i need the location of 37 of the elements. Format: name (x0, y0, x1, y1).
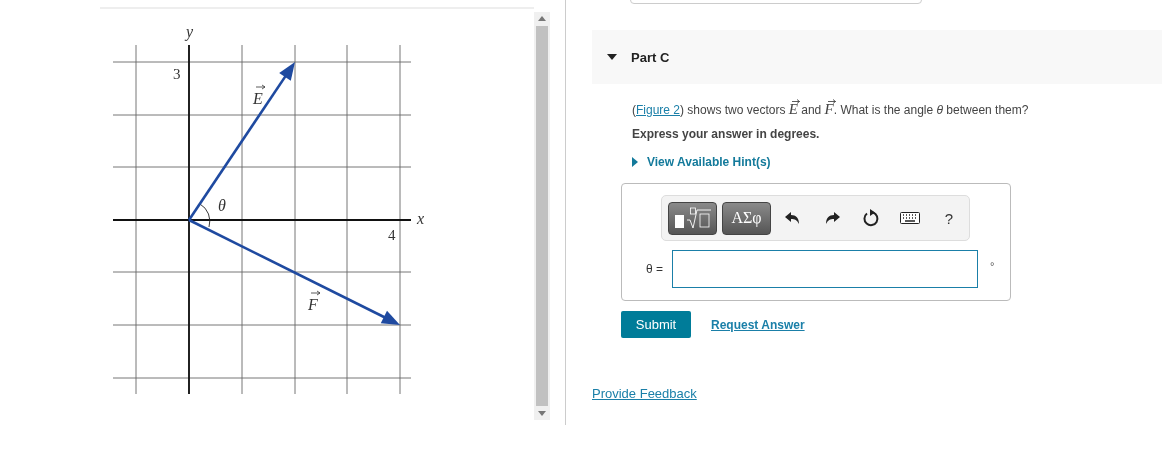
vector-label: F (308, 290, 321, 313)
keyboard-icon (900, 212, 920, 224)
answer-label: θ = (645, 262, 664, 276)
axis-label: y (186, 23, 194, 40)
scrollbar[interactable] (534, 12, 550, 420)
reset-icon (862, 209, 880, 227)
unit-label: ° (990, 260, 995, 272)
figure-link[interactable]: Figure 2 (636, 103, 681, 117)
caret-icon (607, 54, 617, 60)
undo-icon (785, 211, 801, 225)
vector-label: E (253, 84, 266, 107)
symbols-button[interactable]: ΑΣφ (722, 201, 771, 235)
scroll-thumb[interactable] (536, 26, 548, 406)
part-header[interactable]: Part C (592, 30, 1162, 84)
tick-label: 4 (388, 227, 396, 243)
angle-arc (199, 203, 211, 228)
templates-button[interactable] (668, 201, 717, 235)
part-title: Part C (631, 49, 670, 65)
request-answer-link[interactable]: Request Answer (711, 317, 805, 332)
hints-label: View Available Hint(s) (647, 155, 771, 169)
vector-arrow-icon (827, 99, 836, 104)
scroll-down-icon[interactable] (538, 411, 546, 416)
help-button[interactable]: ? (932, 203, 966, 233)
angle-label: θ (218, 197, 226, 214)
axis-label: x (417, 210, 425, 227)
submit-button[interactable]: Submit (621, 311, 691, 338)
caret-icon (632, 157, 638, 167)
question-text: (Figure 2) shows two vectors E and F. What is the angle θ between them? (632, 100, 1030, 119)
instruction-text: Express your answer in degrees. (632, 127, 821, 141)
vector-arrow-icon (791, 99, 800, 104)
answer-field[interactable] (672, 250, 978, 288)
templates-icon (672, 207, 713, 229)
scroll-up-icon[interactable] (538, 16, 546, 21)
tick-label: 3 (173, 66, 181, 82)
redo-icon (824, 211, 840, 225)
hints-toggle[interactable]: View Available Hint(s) (632, 155, 1162, 169)
feedback-link[interactable]: Provide Feedback (592, 386, 697, 401)
